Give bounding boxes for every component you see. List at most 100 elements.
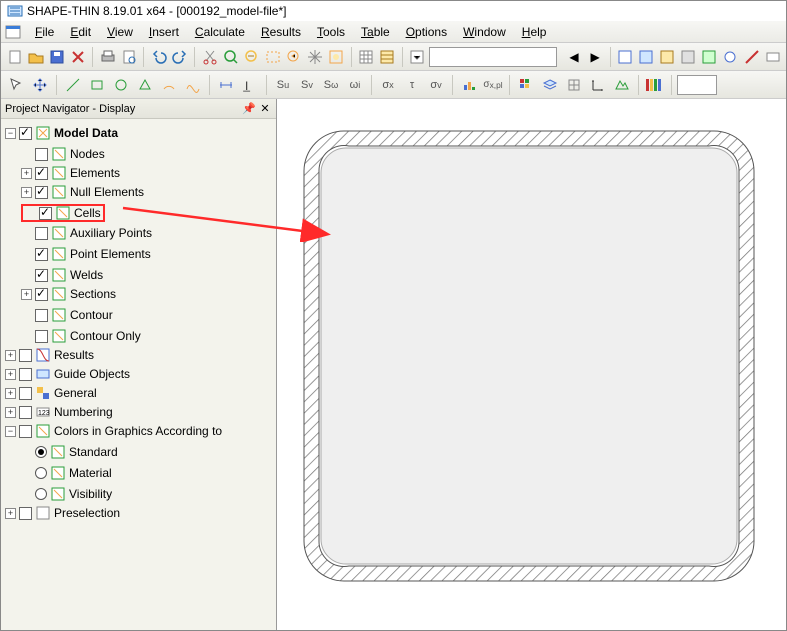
table-icon[interactable] <box>357 46 376 68</box>
arrow-right-icon[interactable]: ▶ <box>586 46 605 68</box>
menu-insert[interactable]: Insert <box>141 23 187 41</box>
tb2-colors-icon[interactable] <box>515 74 537 96</box>
tb2-arc-icon[interactable] <box>158 74 180 96</box>
tree-general[interactable]: +General <box>5 384 97 402</box>
window-title: SHAPE-THIN 8.19.01 x64 - [000192_model-f… <box>27 4 286 18</box>
panel-header: Project Navigator - Display 📌 ✕ <box>1 99 276 119</box>
project-navigator-panel: Project Navigator - Display 📌 ✕ − Model … <box>1 99 277 630</box>
tool-c-icon[interactable] <box>658 46 677 68</box>
tree-sections[interactable]: +Sections <box>21 285 116 303</box>
zoom-prev-icon[interactable] <box>285 46 304 68</box>
display-tree: − Model Data Nodes +Elements +Null Eleme… <box>3 124 274 522</box>
table2-icon[interactable] <box>378 46 397 68</box>
tree-model-data[interactable]: − Model Data <box>5 124 118 142</box>
tool-d-icon[interactable] <box>679 46 698 68</box>
zoom-out-icon[interactable] <box>242 46 261 68</box>
tree-visibility[interactable]: Visibility <box>21 485 112 503</box>
tree-numbering[interactable]: +123Numbering <box>5 403 113 421</box>
tool-a-icon[interactable] <box>616 46 635 68</box>
delete-icon[interactable] <box>68 46 87 68</box>
dropdown-icon[interactable] <box>408 46 427 68</box>
tb2-axes-icon[interactable] <box>587 74 609 96</box>
menu-file[interactable]: File <box>27 23 62 41</box>
menu-options[interactable]: Options <box>398 23 455 41</box>
drawing-viewport[interactable] <box>277 99 786 630</box>
zoom-in-icon[interactable] <box>221 46 240 68</box>
menu-edit[interactable]: Edit <box>62 23 99 41</box>
menu-table[interactable]: Table <box>353 23 398 41</box>
tb2-tau-icon[interactable]: τ <box>401 74 423 96</box>
cut-icon[interactable] <box>200 46 219 68</box>
tree-elements[interactable]: +Elements <box>21 164 120 182</box>
tree-nodes[interactable]: Nodes <box>21 145 105 163</box>
tree-contour[interactable]: Contour <box>21 306 113 324</box>
title-bar: SHAPE-THIN 8.19.01 x64 - [000192_model-f… <box>1 1 786 21</box>
tool-h-icon[interactable] <box>763 46 782 68</box>
svg-text:I̲: I̲ <box>243 79 251 92</box>
print-preview-icon[interactable] <box>119 46 138 68</box>
pin-icon[interactable]: 📌 <box>242 102 256 116</box>
tb2-move-icon[interactable] <box>29 74 51 96</box>
new-icon[interactable] <box>5 46 24 68</box>
tb2-sw2-icon[interactable]: ωi <box>344 74 366 96</box>
tb2-spline-icon[interactable] <box>182 74 204 96</box>
fit-icon[interactable] <box>327 46 346 68</box>
tree-material[interactable]: Material <box>21 464 112 482</box>
panel-title: Project Navigator - Display <box>5 103 135 115</box>
tb2-dim-icon[interactable] <box>215 74 237 96</box>
tb2-line-icon[interactable] <box>62 74 84 96</box>
menu-results[interactable]: Results <box>253 23 309 41</box>
save-icon[interactable] <box>47 46 66 68</box>
tool-f-icon[interactable] <box>721 46 740 68</box>
tool-g-icon[interactable] <box>742 46 761 68</box>
menu-help[interactable]: Help <box>514 23 555 41</box>
menu-tools[interactable]: Tools <box>309 23 353 41</box>
menu-window[interactable]: Window <box>455 23 514 41</box>
tree-welds[interactable]: Welds <box>21 266 103 284</box>
tree-standard[interactable]: Standard <box>21 443 118 461</box>
tree-contour-only[interactable]: Contour Only <box>21 327 141 345</box>
tb2-layer-icon[interactable] <box>539 74 561 96</box>
print-icon[interactable] <box>98 46 117 68</box>
tb2-sigma-pl-icon[interactable]: σx,pl <box>482 74 504 96</box>
tb2-select-icon[interactable] <box>5 74 27 96</box>
combo-main[interactable] <box>429 47 557 67</box>
tb2-circle-icon[interactable] <box>110 74 132 96</box>
tb2-chart-icon[interactable] <box>458 74 480 96</box>
tb2-sv-icon[interactable]: Sv <box>296 74 318 96</box>
tb2-sigma-v-icon[interactable]: σv <box>425 74 447 96</box>
tb2-sw-icon[interactable]: Sω <box>320 74 342 96</box>
menu-bar: File Edit View Insert Calculate Results … <box>1 21 786 43</box>
close-panel-icon[interactable]: ✕ <box>258 102 272 116</box>
tb2-poly-icon[interactable] <box>134 74 156 96</box>
tb2-grid-icon[interactable] <box>563 74 585 96</box>
tree-point-elements[interactable]: Point Elements <box>21 245 151 263</box>
tree-cells[interactable]: Cells <box>21 204 105 222</box>
tree-guide-objects[interactable]: +Guide Objects <box>5 365 130 383</box>
tb2-render-icon[interactable] <box>611 74 633 96</box>
tree-preselection[interactable]: +Preselection <box>5 504 120 522</box>
menu-calculate[interactable]: Calculate <box>187 23 253 41</box>
tb2-palette-icon[interactable] <box>644 74 666 96</box>
pan-icon[interactable] <box>306 46 325 68</box>
menu-view[interactable]: View <box>99 23 141 41</box>
tb2-su-icon[interactable]: Su <box>272 74 294 96</box>
open-icon[interactable] <box>26 46 45 68</box>
annotation-arrow <box>121 202 341 242</box>
combo-secondary[interactable] <box>677 75 717 95</box>
tool-b-icon[interactable] <box>637 46 656 68</box>
tb2-sigma-icon[interactable]: σx <box>377 74 399 96</box>
tree-colors-graphics[interactable]: −Colors in Graphics According to <box>5 422 222 440</box>
mdi-icon[interactable] <box>5 24 21 40</box>
arrow-left-icon[interactable]: ◀ <box>564 46 583 68</box>
tree-null-elements[interactable]: +Null Elements <box>21 183 144 201</box>
svg-text:123: 123 <box>38 410 50 417</box>
zoom-window-icon[interactable] <box>263 46 282 68</box>
tb2-rect-icon[interactable] <box>86 74 108 96</box>
redo-icon[interactable] <box>170 46 189 68</box>
tb2-text-icon[interactable]: I̲ <box>239 74 261 96</box>
toolbar-secondary: I̲ Su Sv Sω ωi σx τ σv σx,pl <box>1 71 786 99</box>
tool-e-icon[interactable] <box>700 46 719 68</box>
undo-icon[interactable] <box>149 46 168 68</box>
tree-results[interactable]: +Results <box>5 346 94 364</box>
